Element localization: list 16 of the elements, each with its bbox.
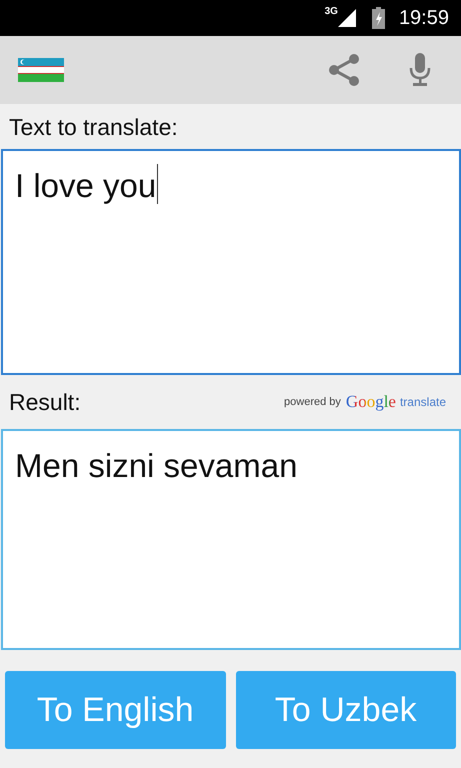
field-label: Result: — [8, 388, 82, 416]
input-field[interactable]: I love you — [1, 149, 461, 375]
result-field: Men sizni sevaman — [1, 429, 461, 650]
battery-icon — [372, 7, 385, 29]
field-label: Text to translate: — [8, 114, 179, 141]
translate-button[interactable]: To Uzbek — [236, 671, 456, 749]
microphone-icon[interactable] — [409, 53, 431, 87]
flag-icon[interactable] — [18, 58, 64, 82]
clock: 19:59 — [398, 6, 449, 30]
share-icon[interactable] — [327, 53, 361, 87]
powered-by-text: powered by — [284, 396, 341, 408]
signal-icon — [338, 9, 356, 27]
translate-button[interactable]: To English — [5, 671, 226, 749]
brand-logo: Google — [346, 392, 396, 412]
brand-suffix: translate — [400, 395, 446, 409]
network-label: 3G — [324, 6, 338, 17]
